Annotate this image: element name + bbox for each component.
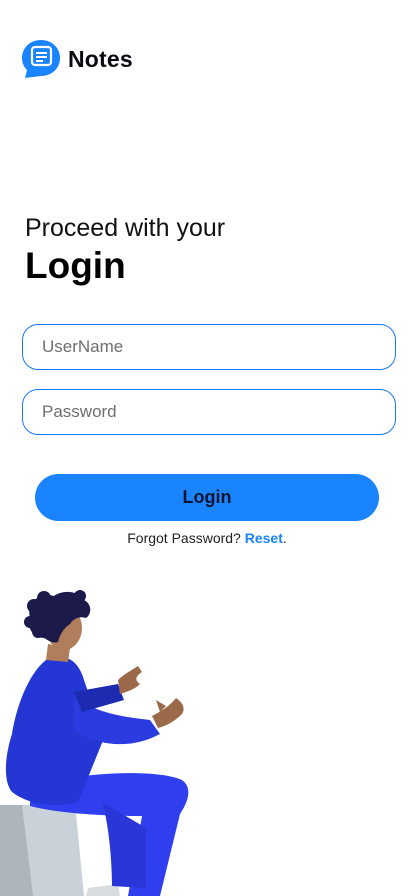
forgot-suffix: . <box>282 530 287 546</box>
heading-subtitle: Proceed with your <box>25 214 226 242</box>
person-sitting-illustration <box>0 590 189 896</box>
reset-link[interactable]: Reset <box>245 530 283 546</box>
username-input[interactable] <box>22 324 396 370</box>
page-title: Login <box>25 245 126 286</box>
chat-note-icon <box>22 40 60 78</box>
password-input[interactable] <box>22 389 396 435</box>
forgot-password-line: Forgot Password? Reset. <box>0 530 414 546</box>
login-heading: Proceed with your Login <box>25 213 225 287</box>
app-name: Notes <box>68 45 133 72</box>
forgot-password-text: Forgot Password? <box>127 530 245 546</box>
app-logo: Notes <box>21 38 133 80</box>
login-button[interactable]: Login <box>35 474 379 521</box>
